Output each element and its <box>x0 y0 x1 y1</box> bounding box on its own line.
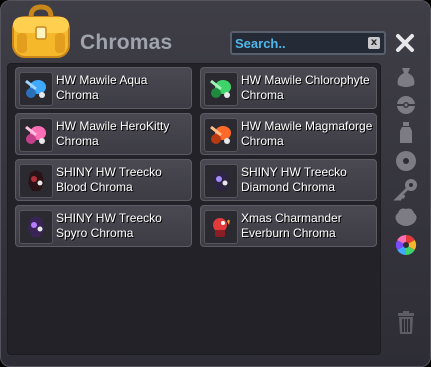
chroma-item-label: HW Mawile Chlorophyte Chroma <box>241 73 370 102</box>
chroma-wheel-tab-icon <box>395 234 417 256</box>
window-title: Chromas <box>80 31 173 54</box>
chroma-item-label: Xmas Charmander Everburn Chroma <box>241 211 342 240</box>
mawile-herokitty-icon <box>19 118 53 152</box>
bag-icon <box>9 3 73 61</box>
treecko-spyro-icon <box>19 210 53 244</box>
mawile-aqua-icon <box>19 72 53 106</box>
costume-tab-button[interactable] <box>392 205 420 229</box>
key-tab-icon <box>393 179 417 201</box>
pokeball-tab-icon <box>397 96 415 114</box>
chroma-list-panel[interactable]: HW Mawile Aqua Chroma HW Mawile Chloroph… <box>7 63 381 355</box>
chroma-item[interactable]: HW Mawile Aqua Chroma <box>15 67 192 109</box>
title-bar[interactable]: Chromas x <box>1 1 430 63</box>
disc-tab-icon <box>396 151 416 171</box>
search-input[interactable] <box>235 35 363 52</box>
chroma-item[interactable]: HW Mawile Chlorophyte Chroma <box>200 67 377 109</box>
search-box[interactable]: x <box>230 31 386 55</box>
costume-tab-icon <box>395 208 417 226</box>
chroma-item[interactable]: SHINY HW Treecko Blood Chroma <box>15 159 192 201</box>
key-tab-button[interactable] <box>392 177 420 201</box>
chroma-item[interactable]: SHINY HW Treecko Spyro Chroma <box>15 205 192 247</box>
treecko-blood-icon <box>19 164 53 198</box>
chroma-item-label: HW Mawile HeroKitty Chroma <box>56 119 170 148</box>
chroma-item-label: HW Mawile Aqua Chroma <box>56 73 148 102</box>
disc-tab-button[interactable] <box>392 149 420 173</box>
sack-tab-button[interactable] <box>392 65 420 89</box>
trash-button[interactable] <box>392 310 420 334</box>
chroma-item[interactable]: HW Mawile HeroKitty Chroma <box>15 113 192 155</box>
chroma-item[interactable]: SHINY HW Treecko Diamond Chroma <box>200 159 377 201</box>
category-sidebar <box>389 63 423 355</box>
chroma-item[interactable]: HW Mawile Magmaforge Chroma <box>200 113 377 155</box>
chroma-item-label: SHINY HW Treecko Spyro Chroma <box>56 211 162 240</box>
chroma-item-label: HW Mawile Magmaforge Chroma <box>241 119 373 148</box>
potion-tab-button[interactable] <box>392 121 420 145</box>
close-button[interactable] <box>394 32 416 54</box>
sack-tab-icon <box>397 68 415 87</box>
close-icon <box>396 34 414 52</box>
chroma-wheel-tab-button[interactable] <box>392 233 420 257</box>
mawile-chlorophyte-icon <box>204 72 238 106</box>
potion-tab-icon <box>400 122 412 143</box>
pokeball-tab-button[interactable] <box>392 93 420 117</box>
chroma-item[interactable]: Xmas Charmander Everburn Chroma <box>200 205 377 247</box>
chroma-item-label: SHINY HW Treecko Diamond Chroma <box>241 165 347 194</box>
charmander-everburn-icon <box>204 210 238 244</box>
mawile-magmaforge-icon <box>204 118 238 152</box>
chromas-window: Chromas x HW Mawile Aq <box>0 0 431 367</box>
trash-icon <box>398 311 414 334</box>
treecko-diamond-icon <box>204 164 238 198</box>
search-clear-button[interactable]: x <box>368 37 380 49</box>
chroma-item-label: SHINY HW Treecko Blood Chroma <box>56 165 162 194</box>
